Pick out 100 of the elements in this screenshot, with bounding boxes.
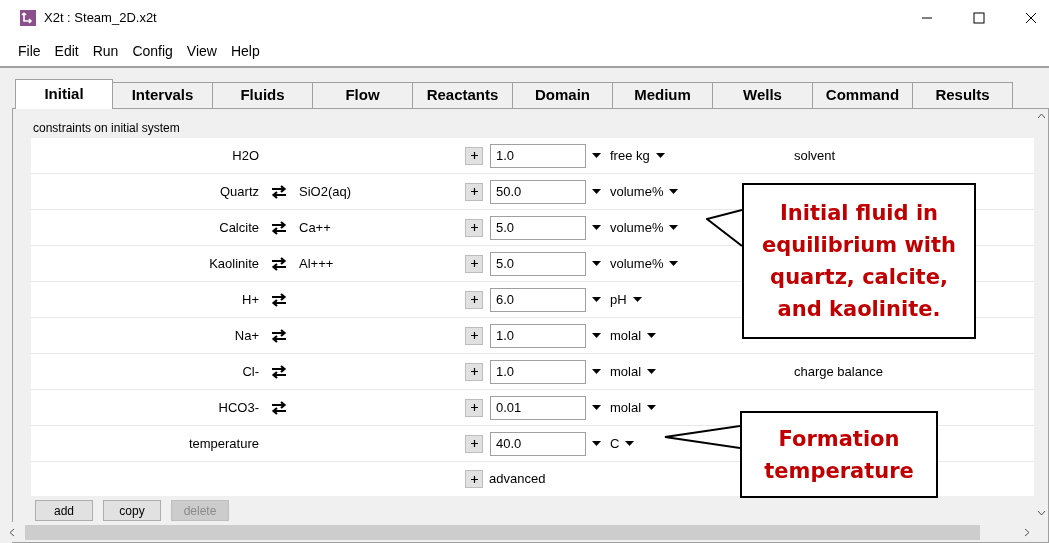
dropdown-caret-icon[interactable] <box>669 225 679 230</box>
note-label: solvent <box>794 146 837 165</box>
close-icon[interactable] <box>1025 12 1037 24</box>
dropdown-caret-icon[interactable] <box>591 441 601 446</box>
advanced-label[interactable]: advanced <box>489 469 546 489</box>
scroll-down-icon[interactable] <box>1036 510 1046 516</box>
menu-item[interactable]: File <box>18 40 41 62</box>
expand-button[interactable] <box>465 362 483 381</box>
unit-label[interactable]: volume% <box>610 181 664 202</box>
menu-item[interactable]: View <box>186 40 217 62</box>
species-name: SiO2(aq) <box>299 182 353 201</box>
plus-icon <box>470 332 478 339</box>
value-input[interactable]: 1.0 <box>490 323 586 348</box>
constraint-name: Quartz <box>219 182 259 201</box>
unit-label[interactable]: free kg <box>610 145 650 166</box>
plus-icon <box>470 152 478 159</box>
window-title: X2t : Steam_2D.x2t <box>44 9 157 28</box>
value-input[interactable]: 5.0 <box>490 251 586 276</box>
plus-icon <box>470 260 478 267</box>
action-button[interactable]: add <box>35 500 93 521</box>
plus-icon <box>470 296 478 303</box>
callout: Initial fluid in equilibrium with quartz, calcite, and kaolinite. <box>742 183 976 339</box>
dropdown-caret-icon[interactable] <box>647 369 657 374</box>
value-input[interactable]: 1.0 <box>490 359 586 384</box>
scroll-left-icon[interactable] <box>9 527 15 537</box>
unit-label[interactable]: pH <box>610 289 627 310</box>
constraint-name: Cl- <box>241 362 259 381</box>
scroll-right-icon[interactable] <box>1024 527 1030 537</box>
plus-icon <box>470 224 478 231</box>
species-name: Ca++ <box>299 218 332 237</box>
dropdown-caret-icon[interactable] <box>669 261 679 266</box>
swap-arrows-icon[interactable] <box>271 400 287 415</box>
tab[interactable]: Initial <box>15 79 113 109</box>
action-button[interactable]: copy <box>103 500 161 521</box>
unit-label[interactable]: molal <box>610 397 642 418</box>
dropdown-caret-icon[interactable] <box>591 369 601 374</box>
value-input[interactable]: 5.0 <box>490 215 586 240</box>
expand-button[interactable] <box>465 434 483 453</box>
plus-icon <box>470 368 478 375</box>
unit-label[interactable]: molal <box>610 325 642 346</box>
value-input[interactable]: 40.0 <box>490 431 586 456</box>
expand-button[interactable] <box>465 470 483 488</box>
dropdown-caret-icon[interactable] <box>625 441 635 446</box>
value-input[interactable]: 1.0 <box>490 143 586 168</box>
plus-icon <box>470 188 478 195</box>
expand-button[interactable] <box>465 398 483 417</box>
value-input[interactable]: 50.0 <box>490 179 586 204</box>
species-name: Al+++ <box>299 254 335 273</box>
swap-arrows-icon[interactable] <box>271 364 287 379</box>
swap-arrows-icon[interactable] <box>271 184 287 199</box>
callout: Formation temperature <box>740 411 938 498</box>
swap-arrows-icon[interactable] <box>271 220 287 235</box>
value-input[interactable]: 6.0 <box>490 287 586 312</box>
scroll-up-icon[interactable] <box>1036 113 1046 119</box>
dropdown-caret-icon[interactable] <box>591 297 601 302</box>
expand-button[interactable] <box>465 146 483 165</box>
menu-item[interactable]: Run <box>92 40 119 62</box>
dropdown-caret-icon[interactable] <box>669 189 679 194</box>
scrollbar-thumb[interactable] <box>25 524 980 540</box>
tab[interactable]: Results <box>912 82 1013 108</box>
app-icon <box>20 10 36 26</box>
constraint-name: Kaolinite <box>208 254 259 273</box>
plus-icon <box>470 475 478 483</box>
unit-label[interactable]: C <box>610 433 620 454</box>
dropdown-caret-icon[interactable] <box>647 333 657 338</box>
expand-button[interactable] <box>465 218 483 237</box>
dropdown-caret-icon[interactable] <box>591 405 601 410</box>
swap-arrows-icon[interactable] <box>271 256 287 271</box>
value-input[interactable]: 0.01 <box>490 395 586 420</box>
unit-label[interactable]: molal <box>610 361 642 382</box>
plus-icon <box>470 404 478 411</box>
dropdown-caret-icon[interactable] <box>632 297 642 302</box>
dropdown-caret-icon[interactable] <box>591 189 601 194</box>
group-title: constraints on initial system <box>33 122 181 134</box>
expand-button[interactable] <box>465 290 483 309</box>
maximize-icon[interactable] <box>973 12 985 24</box>
dropdown-caret-icon[interactable] <box>647 405 657 410</box>
constraint-name: Calcite <box>218 218 259 237</box>
swap-arrows-icon[interactable] <box>271 292 287 307</box>
menu-item[interactable]: Edit <box>54 40 79 62</box>
dropdown-caret-icon[interactable] <box>591 225 601 230</box>
dropdown-caret-icon[interactable] <box>591 333 601 338</box>
dropdown-caret-icon[interactable] <box>591 261 601 266</box>
dropdown-caret-icon[interactable] <box>591 153 601 158</box>
constraint-name: HCO3- <box>217 398 259 417</box>
constraint-name: Na+ <box>233 326 259 345</box>
expand-button[interactable] <box>465 326 483 345</box>
expand-button[interactable] <box>465 254 483 273</box>
expand-button[interactable] <box>465 182 483 201</box>
menu-item[interactable]: Help <box>230 40 260 62</box>
constraint-name: temperature <box>187 434 259 453</box>
note-label: charge balance <box>794 362 884 381</box>
dropdown-caret-icon[interactable] <box>655 153 665 158</box>
plus-icon <box>470 440 478 447</box>
constraint-name: H+ <box>241 290 259 309</box>
unit-label[interactable]: volume% <box>610 253 664 274</box>
constraint-name: H2O <box>231 146 259 165</box>
swap-arrows-icon[interactable] <box>271 328 287 343</box>
menu-item[interactable]: Config <box>132 40 173 62</box>
unit-label[interactable]: volume% <box>610 217 664 238</box>
